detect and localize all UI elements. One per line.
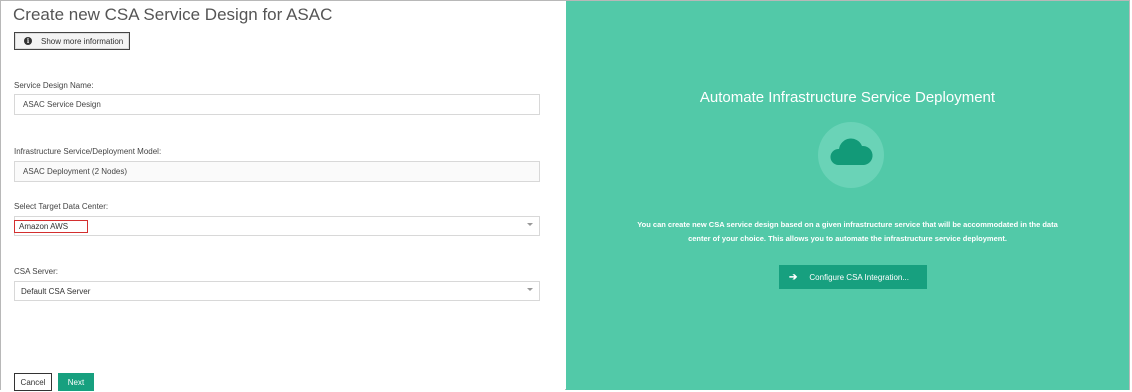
cloud-icon — [818, 122, 884, 188]
cancel-button[interactable]: Cancel — [14, 373, 52, 391]
promo-text-line-2: center of your choice. This allows you t… — [688, 234, 1007, 243]
arrow-right-icon: ➔ — [789, 271, 798, 283]
service-design-name-field[interactable]: ASAC Service Design — [14, 94, 540, 115]
promo-title: Automate Infrastructure Service Deployme… — [699, 89, 996, 106]
chevron-down-icon — [527, 288, 533, 291]
promo-pane: Automate Infrastructure Service Deployme… — [566, 1, 1129, 390]
csa-server-value: Default CSA Server — [21, 286, 91, 296]
promo-description: You can create new CSA service design ba… — [616, 218, 1079, 246]
promo-text-line-1: You can create new CSA service design ba… — [637, 220, 1058, 229]
deployment-model-value: ASAC Deployment (2 Nodes) — [23, 167, 128, 176]
page-title: Create new CSA Service Design for ASAC — [13, 5, 333, 24]
target-data-center-value: Amazon AWS — [14, 219, 88, 233]
service-design-name-value: ASAC Service Design — [23, 100, 101, 109]
configure-csa-integration-label: Configure CSA Integration... — [809, 272, 910, 282]
csa-server-select[interactable]: Default CSA Server — [14, 281, 540, 301]
csa-server-label: CSA Server: — [14, 267, 59, 276]
show-more-info-button[interactable]: i Show more information — [14, 32, 130, 50]
configure-csa-integration-button[interactable]: ➔ Configure CSA Integration... — [779, 265, 927, 289]
form-pane: Create new CSA Service Design for ASAC i… — [1, 1, 565, 391]
next-button[interactable]: Next — [58, 373, 94, 391]
info-icon: i — [24, 37, 32, 45]
service-design-name-label: Service Design Name: — [14, 81, 94, 90]
deployment-model-label: Infrastructure Service/Deployment Model: — [14, 147, 162, 156]
chevron-down-icon — [527, 223, 533, 226]
target-data-center-select[interactable]: Amazon AWS — [14, 216, 540, 236]
deployment-model-field: ASAC Deployment (2 Nodes) — [14, 161, 540, 182]
show-more-info-label: Show more information — [41, 36, 124, 46]
target-data-center-label: Select Target Data Center: — [14, 202, 109, 211]
